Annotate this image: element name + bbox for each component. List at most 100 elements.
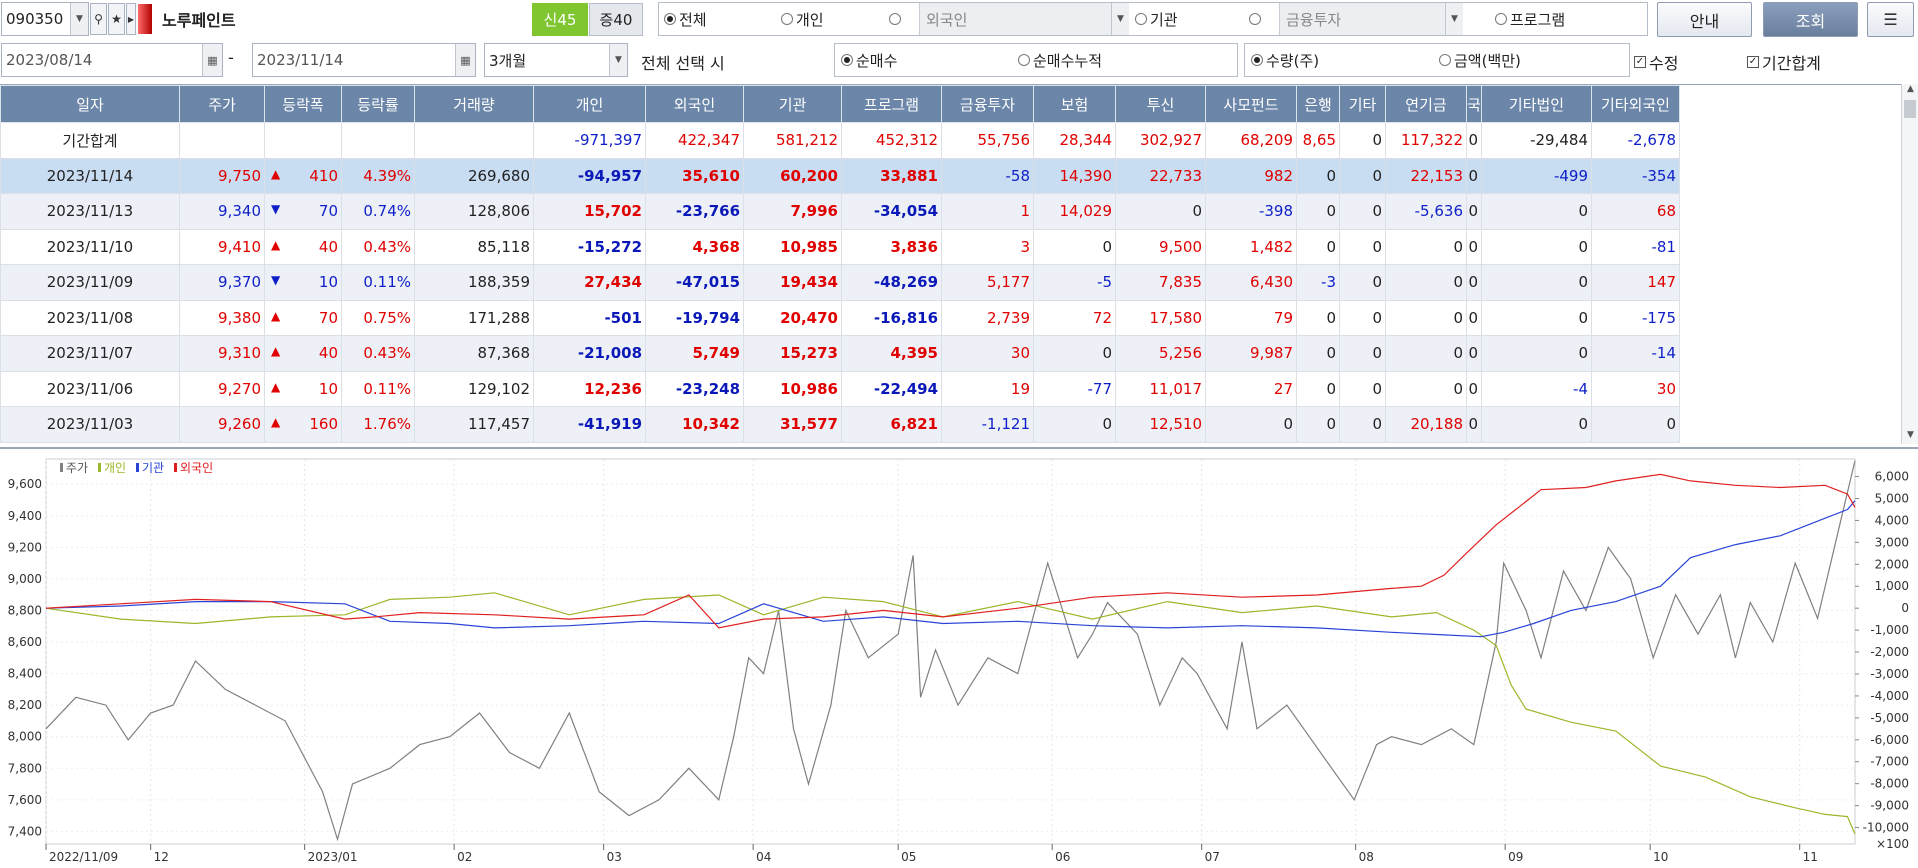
chevron-down-icon[interactable]: ▼: [70, 3, 88, 35]
column-header[interactable]: 금융투자: [941, 85, 1034, 123]
period-sum-checkbox[interactable]: ✓ 기간합계: [1747, 50, 1821, 74]
column-header[interactable]: 기관: [743, 85, 842, 123]
arrow-right-icon[interactable]: ▶: [126, 3, 136, 35]
menu-button[interactable]: ☰: [1867, 2, 1914, 37]
scroll-down-icon[interactable]: ▼: [1902, 430, 1918, 444]
radio-finance[interactable]: [1249, 13, 1261, 25]
calendar-icon[interactable]: ▦: [455, 44, 475, 76]
table-row[interactable]: 2023/11/14 9,750 ▲ 410 4.39% 269,680 -94,957 35…: [0, 157, 1680, 194]
table-cell: 0: [1481, 228, 1592, 265]
table-cell: 0: [1385, 299, 1467, 336]
table-cell: 22,733: [1115, 157, 1206, 194]
table-cell: -19,794: [645, 299, 744, 336]
table-cell: 0: [1466, 193, 1482, 230]
table-summary-row[interactable]: 기간합계 -971,397 422,347 581,212 452,312 55,756 2…: [0, 122, 1680, 159]
radio-individual[interactable]: 개인: [781, 9, 824, 30]
radio-net-buy-cumulative[interactable]: 순매수누적: [1018, 50, 1102, 71]
search-icon[interactable]: ⚲: [90, 3, 107, 35]
table-cell: 79: [1205, 299, 1297, 336]
guide-button[interactable]: 안내: [1657, 2, 1752, 37]
table-cell: 87,368: [414, 335, 534, 372]
column-header[interactable]: 개인: [533, 85, 646, 123]
column-header[interactable]: 사모펀드: [1205, 85, 1297, 123]
date-to-value: 2023/11/14: [257, 51, 344, 69]
radio-dot: [664, 13, 676, 25]
table-cell: -34,054: [841, 193, 942, 230]
table-row[interactable]: 2023/11/03 9,260 ▲ 160 1.76% 117,457 -41,919 10…: [0, 406, 1680, 443]
table-cell: -3: [1296, 264, 1340, 301]
table-row[interactable]: 2023/11/08 9,380 ▲ 70 0.75% 171,288 -501 -19,79…: [0, 299, 1680, 336]
scroll-up-icon[interactable]: ▲: [1902, 84, 1918, 98]
chevron-down-icon[interactable]: ▼: [1445, 3, 1463, 35]
radio-quantity[interactable]: 수량(주): [1251, 50, 1319, 71]
table-row[interactable]: 2023/11/07 9,310 ▲ 40 0.43% 87,368 -21,008 5,74…: [0, 335, 1680, 372]
column-header[interactable]: 기타외국인: [1591, 85, 1680, 123]
stock-code-field[interactable]: 090350 ▼: [1, 2, 89, 36]
table-cell: 0: [1296, 370, 1340, 407]
table-cell: 31,577: [743, 406, 842, 443]
adjust-checkbox-label: 수정: [1649, 54, 1679, 73]
table-row[interactable]: 2023/11/06 9,270 ▲ 10 0.11% 129,102 12,236 -23,…: [0, 370, 1680, 407]
query-button[interactable]: 조회: [1763, 2, 1858, 37]
column-header[interactable]: 국: [1466, 85, 1482, 123]
table-cell: 0: [1339, 264, 1386, 301]
date-to-field[interactable]: 2023/11/14 ▦: [252, 43, 476, 77]
period-select[interactable]: 3개월 ▼: [484, 43, 628, 77]
radio-foreign[interactable]: [889, 13, 901, 25]
unit-radio-group: 수량(주) 금액(백만): [1244, 43, 1630, 77]
finance-select[interactable]: 금융투자 ▼: [1279, 3, 1463, 35]
left-axis-label: 9,400: [8, 509, 42, 523]
x-tick-label: 05: [901, 850, 916, 864]
column-header[interactable]: 기타: [1339, 85, 1386, 123]
table-scrollbar[interactable]: ▲ ▼: [1901, 84, 1918, 444]
table-row[interactable]: 2023/11/10 9,410 ▲ 40 0.43% 85,118 -15,272 4,36…: [0, 228, 1680, 265]
column-header[interactable]: 보험: [1033, 85, 1116, 123]
right-axis-label: 3,000: [1875, 535, 1909, 549]
radio-amount[interactable]: 금액(백만): [1439, 50, 1521, 71]
adjust-checkbox[interactable]: ✓ 수정: [1634, 50, 1678, 74]
trend-chart-svg: 2022/11/09 12 2023/01 02 03 04 05 06 07 08 09 10 11 7…: [8, 458, 1909, 864]
table-cell: 128,806: [414, 193, 534, 230]
column-header[interactable]: 등락폭: [264, 85, 342, 123]
table-cell: 117,322: [1385, 122, 1467, 159]
column-header[interactable]: 연기금: [1385, 85, 1467, 123]
table-cell: 129,102: [414, 370, 534, 407]
table-cell: 9,987: [1205, 335, 1297, 372]
radio-institution[interactable]: 기관: [1135, 9, 1178, 30]
radio-program[interactable]: 프로그램: [1495, 9, 1565, 30]
star-icon[interactable]: ★: [108, 3, 125, 35]
table-cell: -47,015: [645, 264, 744, 301]
column-header[interactable]: 등락률: [341, 85, 415, 123]
column-header[interactable]: 주가: [179, 85, 265, 123]
right-axis-label: -7,000: [1870, 755, 1909, 769]
table-cell: 27,434: [533, 264, 646, 301]
calendar-icon[interactable]: ▦: [202, 44, 222, 76]
scroll-thumb[interactable]: [1904, 100, 1916, 118]
table-row[interactable]: 2023/11/09 9,370 ▼ 10 0.11% 188,359 27,434 -47,…: [0, 264, 1680, 301]
date-from-field[interactable]: 2023/08/14 ▦: [1, 43, 223, 77]
column-header[interactable]: 일자: [0, 85, 180, 123]
x-tick-label: 04: [756, 850, 771, 864]
left-axis-label: 7,800: [8, 761, 42, 775]
radio-net-buy[interactable]: 순매수: [841, 50, 897, 71]
right-axis-label: -3,000: [1870, 667, 1909, 681]
column-header[interactable]: 은행: [1296, 85, 1340, 123]
net-radio-group: 순매수 순매수누적: [834, 43, 1238, 77]
table-cell: 15,702: [533, 193, 646, 230]
column-header[interactable]: 기타법인: [1481, 85, 1592, 123]
column-header[interactable]: 거래량: [414, 85, 534, 123]
chevron-down-icon[interactable]: ▼: [609, 44, 627, 76]
table-cell: 0: [1481, 299, 1592, 336]
table-cell: 9,500: [1115, 228, 1206, 265]
table-cell: 0: [1296, 228, 1340, 265]
table-cell: 9,340: [179, 193, 265, 230]
table-row[interactable]: 2023/11/13 9,340 ▼ 70 0.74% 128,806 15,702 -23,…: [0, 193, 1680, 230]
chevron-down-icon[interactable]: ▼: [1111, 3, 1129, 35]
column-header[interactable]: 투신: [1115, 85, 1206, 123]
column-header[interactable]: 프로그램: [841, 85, 942, 123]
legend-swatch: [60, 463, 63, 472]
foreign-select[interactable]: 외국인 ▼: [919, 3, 1129, 35]
change-value: 40: [318, 344, 338, 363]
radio-all[interactable]: 전체: [664, 9, 707, 30]
column-header[interactable]: 외국인: [645, 85, 744, 123]
